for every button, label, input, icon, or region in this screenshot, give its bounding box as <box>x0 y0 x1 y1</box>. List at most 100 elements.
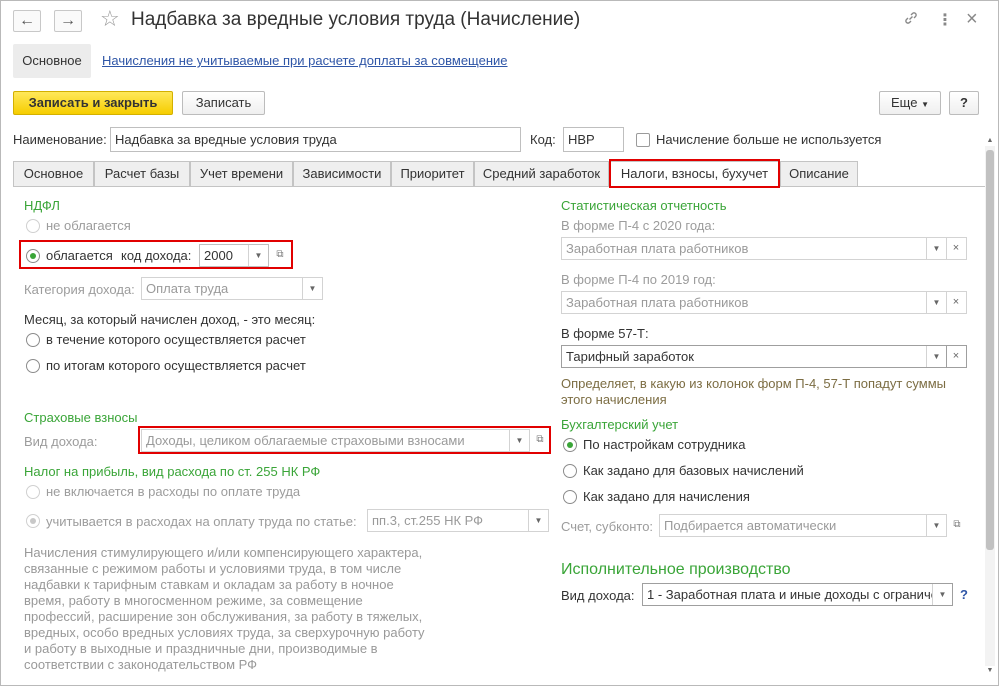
acc-base-label: Как задано для базовых начислений <box>583 463 804 478</box>
category-label: Категория дохода: <box>24 282 135 297</box>
open-form-icon[interactable]: ⧉ <box>947 514 967 537</box>
scroll-up-icon[interactable]: ▲ <box>985 136 995 146</box>
insurance-income-type-label: Вид дохода: <box>24 434 98 449</box>
scroll-down-icon[interactable]: ▼ <box>985 666 995 676</box>
open-form-icon[interactable]: ⧉ <box>270 244 290 267</box>
f57t-select[interactable]: Тарифный заработок ▼ <box>561 345 947 368</box>
included-radio[interactable] <box>26 514 40 528</box>
category-select[interactable]: Оплата труда ▼ <box>141 277 323 300</box>
ndfl-title: НДФЛ <box>24 198 60 213</box>
unused-checkbox[interactable] <box>636 133 650 147</box>
save-close-button[interactable]: Записать и закрыть <box>13 91 173 115</box>
p4-2020-label: В форме П-4 с 2020 года: <box>561 218 716 233</box>
arrow-left-icon: ← <box>19 12 35 29</box>
dropdown-arrow-icon[interactable]: ▼ <box>926 346 946 367</box>
section-link-not-counted[interactable]: Начисления не учитываемые при расчете до… <box>102 53 508 68</box>
dropdown-arrow-icon[interactable]: ▼ <box>509 430 529 451</box>
f57t-label: В форме 57-Т: <box>561 326 649 341</box>
month-during-radio[interactable] <box>26 333 40 347</box>
account-placeholder: Подбирается автоматически <box>664 518 837 533</box>
tab-dependencies[interactable]: Зависимости <box>293 161 391 186</box>
included-label: учитывается в расходах на оплату труда п… <box>46 514 357 529</box>
close-icon[interactable]: × <box>966 8 978 31</box>
tab-description[interactable]: Описание <box>780 161 858 186</box>
dropdown-arrow-icon[interactable]: ▼ <box>302 278 322 299</box>
enforcement-income-type-value: 1 - Заработная плата и иные доходы с огр… <box>647 587 953 602</box>
tab-average-earnings[interactable]: Средний заработок <box>474 161 609 186</box>
star-icon[interactable]: ☆ <box>100 6 120 32</box>
dropdown-arrow-icon[interactable]: ▼ <box>926 292 946 313</box>
code-input[interactable]: НВР <box>563 127 624 152</box>
category-value: Оплата труда <box>146 281 229 296</box>
enforcement-income-type-label: Вид дохода: <box>561 588 635 603</box>
income-code-value: 2000 <box>204 248 233 263</box>
more-icon[interactable]: ⋮ <box>937 10 953 30</box>
link-icon[interactable] <box>903 10 919 31</box>
month-results-radio[interactable] <box>26 359 40 373</box>
help-button[interactable]: ? <box>949 91 979 115</box>
ndfl-taxed-radio[interactable] <box>26 249 40 263</box>
p4-2020-clear[interactable]: × <box>946 237 967 260</box>
income-code-input[interactable]: 2000 ▼ <box>199 244 269 267</box>
account-select[interactable]: Подбирается автоматически ▼ <box>659 514 947 537</box>
tab-base-calc[interactable]: Расчет базы <box>94 161 190 186</box>
p4-2019-clear[interactable]: × <box>946 291 967 314</box>
dropdown-arrow-icon: ▼ <box>921 100 929 109</box>
dropdown-arrow-icon[interactable]: ▼ <box>932 584 952 605</box>
accounting-title: Бухгалтерский учет <box>561 417 679 432</box>
acc-employee-radio[interactable] <box>563 438 577 452</box>
tabs-divider <box>13 186 988 187</box>
ndfl-not-taxed-radio[interactable] <box>26 219 40 233</box>
insurance-income-type-select[interactable]: Доходы, целиком облагаемые страховыми вз… <box>141 429 530 452</box>
page-title: Надбавка за вредные условия труда (Начис… <box>131 9 581 30</box>
more-button[interactable]: Еще ▼ <box>879 91 941 115</box>
dropdown-arrow-icon[interactable]: ▼ <box>248 245 268 266</box>
save-button[interactable]: Записать <box>182 91 265 115</box>
unused-label: Начисление больше не используется <box>656 132 882 147</box>
profit-tax-description: Начисления стимулирующего и/или компенси… <box>24 545 425 672</box>
ndfl-taxed-label: облагается <box>46 248 113 263</box>
dropdown-arrow-icon[interactable]: ▼ <box>926 515 946 536</box>
enforcement-income-type-select[interactable]: 1 - Заработная плата и иные доходы с огр… <box>642 583 953 606</box>
article-select[interactable]: пп.3, ст.255 НК РФ ▼ <box>367 509 549 532</box>
stats-note: Определяет, в какую из колонок форм П-4,… <box>561 376 947 407</box>
dropdown-arrow-icon[interactable]: ▼ <box>926 238 946 259</box>
tab-priority[interactable]: Приоритет <box>391 161 474 186</box>
arrow-right-icon: → <box>60 12 76 29</box>
insurance-title: Страховые взносы <box>24 410 138 425</box>
p4-2019-label: В форме П-4 по 2019 год: <box>561 272 716 287</box>
month-label: Месяц, за который начислен доход, - это … <box>24 312 316 327</box>
p4-2019-value: Заработная плата работников <box>566 295 749 310</box>
open-form-icon[interactable]: ⧉ <box>530 429 550 452</box>
f57t-clear[interactable]: × <box>946 345 967 368</box>
acc-employee-label: По настройкам сотрудника <box>583 437 746 452</box>
acc-accrual-label: Как задано для начисления <box>583 489 750 504</box>
income-code-label: код дохода: <box>121 248 192 263</box>
acc-accrual-radio[interactable] <box>563 490 577 504</box>
name-input[interactable]: Надбавка за вредные условия труда <box>110 127 521 152</box>
code-label: Код: <box>530 132 556 147</box>
account-label: Счет, субконто: <box>561 519 654 534</box>
p4-2019-select[interactable]: Заработная плата работников ▼ <box>561 291 947 314</box>
back-button[interactable]: ← <box>13 10 41 32</box>
forward-button[interactable]: → <box>54 10 82 32</box>
tab-time-accounting[interactable]: Учет времени <box>190 161 293 186</box>
clear-icon: × <box>947 346 966 367</box>
clear-icon: × <box>947 292 966 313</box>
month-during-label: в течение которого осуществляется расчет <box>46 332 306 347</box>
not-included-radio[interactable] <box>26 485 40 499</box>
tab-main[interactable]: Основное <box>13 161 94 186</box>
section-main[interactable]: Основное <box>13 44 91 78</box>
tab-taxes[interactable]: Налоги, взносы, бухучет <box>609 161 780 187</box>
profit-tax-title: Налог на прибыль, вид расхода по ст. 255… <box>24 464 321 479</box>
acc-base-radio[interactable] <box>563 464 577 478</box>
dropdown-arrow-icon[interactable]: ▼ <box>528 510 548 531</box>
month-results-label: по итогам которого осуществляется расчет <box>46 358 306 373</box>
p4-2020-select[interactable]: Заработная плата работников ▼ <box>561 237 947 260</box>
clear-icon: × <box>947 238 966 259</box>
scrollbar-thumb[interactable] <box>986 150 994 550</box>
ndfl-not-taxed-label: не облагается <box>46 218 131 233</box>
enforcement-help-icon[interactable]: ? <box>960 587 968 602</box>
insurance-income-type-value: Доходы, целиком облагаемые страховыми вз… <box>146 433 465 448</box>
p4-2020-value: Заработная плата работников <box>566 241 749 256</box>
